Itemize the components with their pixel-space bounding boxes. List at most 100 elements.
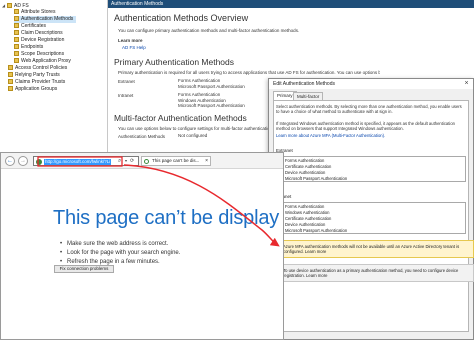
method-label: Forms Authentication (285, 204, 325, 209)
tree-item-label: Relying Party Trusts (15, 72, 60, 78)
extranet-value: Microsoft Passport Authentication (178, 83, 245, 89)
method-label: Certificate Authentication (285, 164, 332, 169)
back-arrow-icon[interactable]: ← (5, 156, 15, 166)
chevron-down-icon[interactable]: ▾ (125, 157, 127, 165)
method-label: Windows Authentication (285, 210, 330, 215)
folder-icon (14, 37, 19, 42)
tree-item-adfs[interactable]: ◢ AD FS (2, 2, 29, 9)
pane-header: Authentication Methods (108, 0, 474, 8)
intranet-values: Forms Authentication Windows Authenticat… (178, 92, 245, 109)
error-title: This page can’t be display (53, 207, 280, 229)
navigation-bar: ← → http://go.microsoft.com/fwlink/?Li ⌕… (1, 153, 283, 169)
tree-item-label: Claim Descriptions (21, 30, 63, 36)
windows-auth-text: If Integrated Windows authentication met… (276, 121, 456, 131)
overview-title: Authentication Methods Overview (114, 13, 249, 23)
tree-item-label: Scope Descriptions (21, 51, 65, 57)
intranet-method-certificate[interactable]: Certificate Authentication (279, 216, 331, 221)
tree-item-web-application-proxy[interactable]: Web Application Proxy (14, 58, 71, 65)
method-label: Microsoft Passport Authentication (285, 228, 348, 233)
mfa-title: Multi-factor Authentication Methods (114, 113, 247, 123)
intranet-method-device[interactable]: Device Authentication (279, 222, 325, 227)
tab-title: This page can't be dis... (152, 158, 200, 163)
intranet-value: Microsoft Passport Authentication (178, 103, 245, 108)
primary-title: Primary Authentication Methods (114, 57, 235, 67)
adfs-tree: ◢ AD FS Attribute Stores Authentication M… (0, 0, 108, 175)
tab-multi-factor[interactable]: Multi-factor (293, 92, 324, 100)
close-icon[interactable]: × (462, 80, 471, 88)
extranet-method-certificate[interactable]: Certificate Authentication (279, 164, 331, 169)
browser-window: ← → http://go.microsoft.com/fwlink/?Li ⌕… (0, 152, 284, 340)
intranet-method-windows[interactable]: Windows Authentication (279, 210, 329, 215)
tree-item-attribute-stores[interactable]: Attribute Stores (14, 9, 55, 16)
method-label: Forms Authentication (285, 158, 325, 163)
mfa-text: You can use options below to configure s… (118, 126, 274, 131)
fix-connection-problems-button[interactable]: Fix connection problems (54, 265, 114, 273)
mfa-value: Not configured (178, 133, 208, 138)
tab-page-icon (144, 158, 149, 164)
extranet-method-device[interactable]: Device Authentication (279, 170, 325, 175)
overview-text: You can configure primary authentication… (118, 28, 300, 33)
address-bar[interactable]: http://go.microsoft.com/fwlink/?Li ⌕ ▾ ⟳ (33, 156, 139, 166)
tree-item-label: Device Registration (21, 37, 65, 43)
intranet-method-passport[interactable]: Microsoft Passport Authentication (279, 228, 347, 233)
folder-icon (14, 44, 19, 49)
extranet-values: Forms Authentication Microsoft Passport … (178, 78, 245, 89)
tree-item-label: Certificates (21, 23, 47, 29)
extranet-label: Extranet (118, 79, 135, 84)
tree-item-certificates[interactable]: Certificates (14, 23, 46, 30)
folder-icon (14, 58, 19, 63)
folder-icon (8, 86, 13, 91)
extranet-method-forms[interactable]: Forms Authentication (279, 158, 324, 163)
tree-item-authentication-methods[interactable]: Authentication Methods (14, 16, 77, 23)
learn-more-label: Learn more (118, 38, 143, 43)
intranet-method-forms[interactable]: Forms Authentication (279, 204, 324, 209)
adfs-help-link[interactable]: AD FS Help (122, 45, 146, 50)
folder-icon (14, 23, 19, 28)
folder-icon (8, 72, 13, 77)
page-globe-icon (36, 158, 42, 165)
folder-icon (8, 79, 13, 84)
extranet-method-passport[interactable]: Microsoft Passport Authentication (279, 176, 347, 181)
tree-item-relying-party-trusts[interactable]: Relying Party Trusts (8, 72, 60, 79)
tree-item-access-control-policies[interactable]: Access Control Policies (8, 65, 67, 72)
mfa-label: Authentication Methods (118, 134, 166, 139)
error-suggestion: Make sure the web address is correct. (60, 241, 168, 247)
edit-authentication-methods-dialog: Edit Authentication Methods × Primary Mu… (268, 78, 474, 340)
close-icon[interactable]: × (205, 157, 208, 165)
tree-item-label: Authentication Methods (21, 16, 74, 22)
tree-item-device-registration[interactable]: Device Registration (14, 37, 64, 44)
azure-mfa-learn-more-link[interactable]: Learn more about Azure MFA (Multi-Factor… (276, 133, 466, 138)
dialog-title: Edit Authentication Methods (269, 79, 473, 89)
browser-tab[interactable]: This page can't be dis... × (141, 156, 211, 166)
tree-item-label: Application Groups (15, 86, 58, 92)
method-label: Certificate Authentication (285, 216, 332, 221)
folder-icon (14, 51, 19, 56)
refresh-icon[interactable]: ⟳ (130, 157, 134, 165)
tree-item-claim-descriptions[interactable]: Claim Descriptions (14, 30, 63, 37)
tree-item-label: Claims Provider Trusts (15, 79, 66, 85)
address-url[interactable]: http://go.microsoft.com/fwlink/?Li (44, 158, 112, 165)
error-suggestion: Look for the page with your search engin… (60, 250, 180, 256)
warning-text: Azure MFA authentication methods will no… (283, 244, 460, 255)
folder-icon (8, 65, 13, 70)
device-registration-info-banner: i To use device authentication as a prim… (270, 264, 474, 283)
folder-icon (14, 30, 19, 35)
tree-item-label: Endpoints (21, 44, 44, 50)
forward-arrow-icon[interactable]: → (18, 156, 28, 166)
tree-item-label: Web Application Proxy (21, 58, 71, 64)
method-label: Device Authentication (285, 222, 326, 227)
tree-item-application-groups[interactable]: Application Groups (8, 86, 57, 93)
folder-icon (7, 3, 12, 8)
select-methods-text: Select authentication methods. By select… (276, 104, 462, 114)
method-label: Device Authentication (285, 170, 326, 175)
search-icon[interactable]: ⌕ (118, 157, 121, 165)
method-label: Microsoft Passport Authentication (285, 176, 348, 181)
tree-item-endpoints[interactable]: Endpoints (14, 44, 43, 51)
extranet-methods-list: Forms Authentication Certificate Authent… (276, 156, 466, 182)
info-text: To use device authentication as a primar… (283, 268, 459, 279)
tree-item-scope-descriptions[interactable]: Scope Descriptions (14, 51, 64, 58)
tree-item-claims-provider-trusts[interactable]: Claims Provider Trusts (8, 79, 65, 86)
folder-icon (14, 9, 19, 14)
tree-item-label: Attribute Stores (21, 9, 56, 15)
intranet-label: Intranet (118, 93, 134, 98)
